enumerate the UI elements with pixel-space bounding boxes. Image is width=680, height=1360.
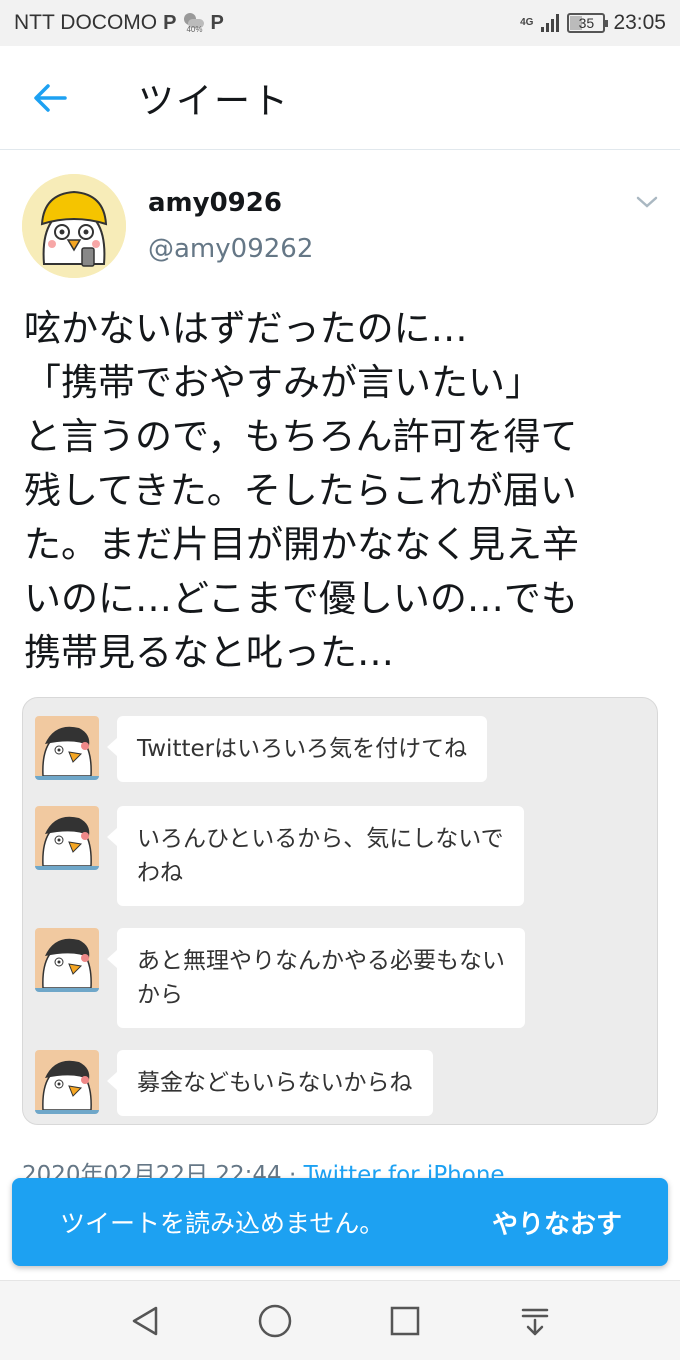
arrow-left-icon bbox=[34, 83, 67, 112]
retry-button[interactable]: やりなおす bbox=[492, 1204, 622, 1241]
nav-home-button[interactable] bbox=[245, 1291, 305, 1351]
back-triangle-icon bbox=[132, 1306, 158, 1335]
nav-recents-button[interactable] bbox=[375, 1291, 435, 1351]
network-label: 4G bbox=[520, 17, 534, 28]
tweet-media[interactable]: Twitterはいろいろ気を付けてね いろんひといるから、気にしないで わね あ… bbox=[22, 697, 658, 1125]
app-header: ツイート bbox=[0, 46, 680, 150]
weather-percent: 40% bbox=[186, 25, 203, 34]
notification-pull-icon bbox=[521, 1308, 549, 1335]
status-left: NTT DOCOMO P 40% P bbox=[14, 11, 224, 35]
chat-avatar bbox=[35, 806, 99, 870]
chevron-down-icon bbox=[636, 196, 658, 208]
snackbar-message: ツイートを読み込めません。 bbox=[60, 1209, 385, 1238]
page-title: ツイート bbox=[138, 80, 291, 122]
display-name[interactable]: amy0926 bbox=[148, 188, 282, 218]
battery-level: 35 bbox=[578, 15, 595, 31]
status-right: 4G 35 23:05 bbox=[520, 11, 666, 35]
chat-bubble: 募金などもいらないからね bbox=[107, 1050, 433, 1116]
system-nav-bar bbox=[0, 1280, 680, 1360]
chat-message: いろんひといるから、気にしないで わね bbox=[35, 806, 524, 906]
avatar-illustration bbox=[22, 174, 126, 278]
tweet-menu-button[interactable] bbox=[632, 192, 662, 212]
chat-message: あと無理やりなんかやる必要もない から bbox=[35, 928, 525, 1028]
status-bar: NTT DOCOMO P 40% P 4G 35 23:05 bbox=[0, 0, 680, 46]
chat-bubble: いろんひといるから、気にしないで わね bbox=[107, 806, 524, 906]
user-handle[interactable]: @amy09262 bbox=[148, 234, 313, 264]
clock: 23:05 bbox=[613, 11, 666, 34]
nav-notification-button[interactable] bbox=[505, 1291, 565, 1351]
chat-avatar bbox=[35, 928, 99, 992]
weather-icon: 40% bbox=[182, 12, 205, 34]
chat-avatar bbox=[35, 716, 99, 780]
battery-icon: 35 bbox=[567, 13, 609, 33]
chat-message: 募金などもいらないからね bbox=[35, 1050, 433, 1116]
p-badge-icon-2: P bbox=[210, 11, 224, 34]
carrier-label: NTT DOCOMO bbox=[14, 11, 158, 34]
error-snackbar: ツイートを読み込めません。 やりなおす bbox=[12, 1178, 668, 1266]
recents-square-icon bbox=[390, 1306, 420, 1335]
back-button[interactable] bbox=[0, 46, 100, 150]
signal-icon bbox=[541, 14, 560, 32]
tweet-text: 呟かないはずだったのに… 「携帯でおやすみが言いたい」 と言うので，もちろん許可… bbox=[24, 307, 579, 674]
chat-bubble: Twitterはいろいろ気を付けてね bbox=[106, 716, 488, 782]
nav-back-button[interactable] bbox=[115, 1291, 175, 1351]
home-circle-icon bbox=[258, 1304, 292, 1337]
p-badge-icon: P bbox=[163, 11, 177, 34]
avatar[interactable] bbox=[22, 174, 126, 278]
tweet-author: amy0926 @amy09262 bbox=[22, 172, 662, 278]
chat-avatar bbox=[35, 1050, 99, 1114]
chat-message: Twitterはいろいろ気を付けてね bbox=[35, 716, 488, 782]
chat-bubble: あと無理やりなんかやる必要もない から bbox=[107, 928, 525, 1028]
